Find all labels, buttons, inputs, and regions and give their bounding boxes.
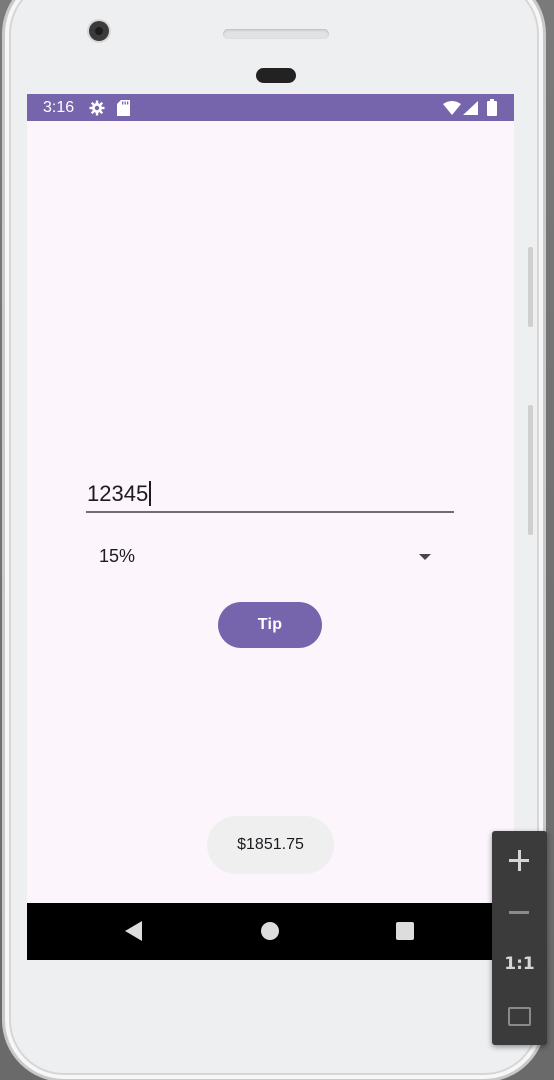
front-camera: [89, 21, 109, 41]
settings-icon: [89, 100, 105, 121]
tip-button[interactable]: Tip: [218, 602, 322, 648]
navigation-bar: [27, 903, 514, 960]
tip-result-toast: $1851.75: [207, 816, 334, 874]
tip-percent-selected: 15%: [99, 546, 136, 566]
fit-screen-button[interactable]: [492, 991, 547, 1041]
emulator-zoom-toolbar: 1:1: [492, 831, 547, 1045]
proximity-sensor: [256, 68, 296, 83]
signal-icon: [463, 101, 478, 120]
sd-card-icon: [117, 100, 130, 121]
volume-button[interactable]: [528, 247, 533, 327]
recents-icon[interactable]: [396, 922, 414, 940]
zoom-in-button[interactable]: [492, 835, 547, 885]
minus-icon: [509, 911, 529, 914]
dropdown-arrow-icon: [419, 554, 431, 560]
emulator-window: 3:16 12345 15% Tip $1851.75 1:1: [0, 0, 554, 1080]
home-icon[interactable]: [261, 922, 279, 940]
tip-calculator-content: 12345 15% Tip $1851.75: [27, 121, 514, 903]
bill-amount-input[interactable]: 12345: [86, 471, 454, 513]
back-icon[interactable]: [125, 921, 142, 941]
text-cursor: [149, 481, 152, 506]
status-bar: 3:16: [27, 94, 514, 121]
wifi-icon: [443, 101, 461, 120]
power-button[interactable]: [528, 405, 533, 535]
device-screen: 3:16 12345 15% Tip $1851.75: [27, 94, 514, 960]
tip-percent-dropdown[interactable]: 15%: [86, 534, 454, 578]
bill-amount-value: 12345: [87, 481, 152, 507]
fit-screen-icon: [508, 1007, 531, 1026]
earpiece-speaker: [223, 29, 329, 39]
battery-icon: [487, 99, 497, 121]
zoom-out-button[interactable]: [492, 887, 547, 937]
actual-size-button[interactable]: 1:1: [492, 939, 547, 989]
status-time: 3:16: [43, 99, 75, 116]
